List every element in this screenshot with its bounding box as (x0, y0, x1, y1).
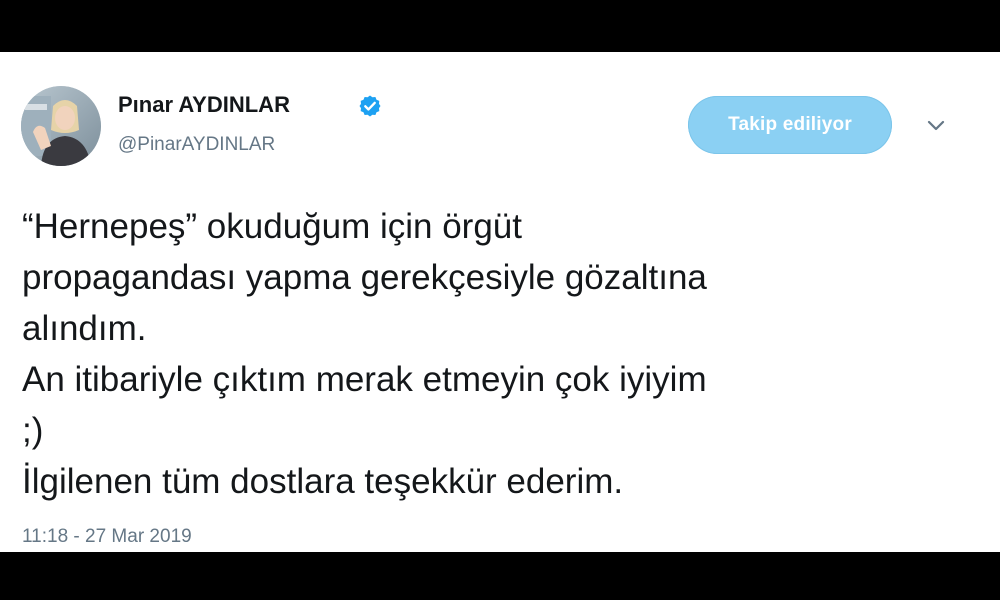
chevron-down-icon[interactable] (926, 118, 946, 132)
following-button[interactable]: Takip ediliyor (688, 96, 892, 154)
letterbox-top (0, 0, 1000, 52)
tweet-text-line: İlgilenen tüm dostlara teşekkür ederim. (22, 462, 624, 501)
tweet-text-line: An itibariyle çıktım merak etmeyin çok i… (22, 360, 707, 399)
tweet-timestamp[interactable]: 11:18 - 27 Mar 2019 (22, 526, 192, 548)
avatar[interactable] (21, 86, 101, 166)
tweet-text-line: propagandası yapma gerekçesiyle gözaltın… (22, 258, 707, 297)
verified-badge-icon (359, 95, 381, 117)
author-display-name[interactable]: Pınar AYDINLAR (118, 92, 290, 118)
avatar-photo (21, 86, 101, 166)
author-handle[interactable]: @PinarAYDINLAR (118, 134, 275, 156)
tweet-card: Pınar AYDINLAR @PinarAYDINLAR Takip edil… (0, 52, 1000, 552)
tweet-text-line: “Hernepeş” okuduğum için örgüt (22, 207, 522, 246)
tweet-text-line: alındım. (22, 309, 147, 348)
tweet-text: “Hernepeş” okuduğum için örgüt propagand… (22, 201, 982, 507)
tweet-text-line: ;) (22, 411, 44, 450)
letterbox-bottom (0, 552, 1000, 600)
screenshot-frame: Pınar AYDINLAR @PinarAYDINLAR Takip edil… (0, 0, 1000, 600)
